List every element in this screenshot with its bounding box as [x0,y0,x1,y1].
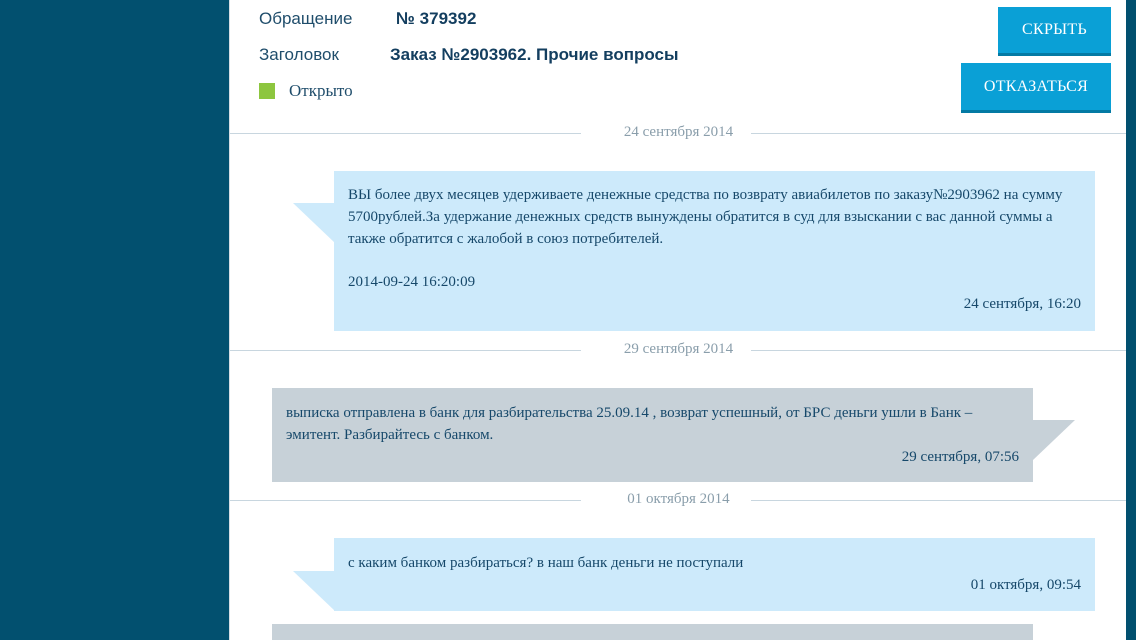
date-divider-label: 01 октября 2014 [613,491,744,507]
message-time: 01 октября, 09:54 [970,577,1081,593]
ticket-number-value: № 379392 [396,9,477,28]
decline-button[interactable]: ОТКАЗАТЬСЯ [961,63,1111,110]
date-divider-label: 24 сентября 2014 [609,124,748,140]
message-bubble-outgoing: выписка отправлена в банк для разбирател… [272,388,1033,482]
message-text: выписка отправлена в банк для разбирател… [286,405,973,443]
hide-button-label: СКРЫТЬ [1022,21,1087,38]
ticket-number-label: Обращение [259,9,353,28]
message-raw-timestamp: 2014-09-24 16:20:09 [348,274,476,290]
message-bubble-incoming: с каким банком разбираться? в наш банк д… [334,538,1095,611]
message-bubble-incoming: ВЫ более двух месяцев удерживаете денежн… [334,171,1095,331]
date-divider-label: 29 сентября 2014 [609,341,748,357]
date-divider: 24 сентября 2014 [230,124,1127,144]
hide-button[interactable]: СКРЫТЬ [998,7,1111,53]
decline-button-label: ОТКАЗАТЬСЯ [983,77,1089,95]
bubble-tail [293,203,335,243]
ticket-title-value: Заказ №2903962. Прочие вопросы [390,45,679,64]
status-indicator [259,83,275,99]
date-divider: 29 сентября 2014 [230,341,1127,361]
message-bubble-outgoing [272,624,1033,640]
message-time: 24 сентября, 16:20 [963,296,1081,312]
date-divider: 01 октября 2014 [230,491,1127,511]
status-text: Открыто [289,81,353,100]
bubble-tail [293,571,335,611]
ticket-panel: Обращение № 379392 Заголовок Заказ №2903… [229,0,1127,640]
sidebar [0,0,229,640]
message-text: ВЫ более двух месяцев удерживаете денежн… [348,187,1063,247]
ticket-title-label: Заголовок [259,45,339,64]
message-time: 29 сентября, 07:56 [901,449,1019,465]
message-text: с каким банком разбираться? в наш банк д… [348,555,744,571]
right-border [1126,0,1136,640]
bubble-tail [1033,420,1075,460]
